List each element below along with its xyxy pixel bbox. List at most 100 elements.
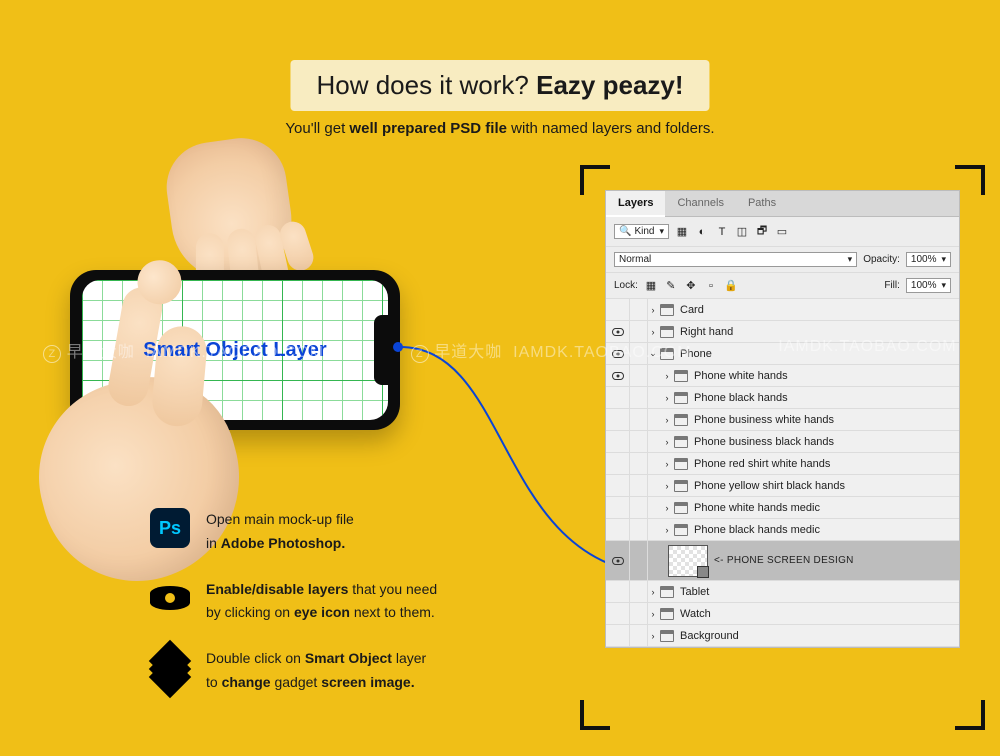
- visibility-toggle[interactable]: [606, 409, 630, 430]
- layer-name: Phone black hands medic: [692, 524, 820, 536]
- filter-artboard-icon[interactable]: ▭: [775, 225, 789, 238]
- expand-arrow[interactable]: ›: [662, 525, 672, 535]
- lock-col: [630, 497, 648, 518]
- layer-row[interactable]: › Right hand: [606, 321, 959, 343]
- lock-col: [630, 453, 648, 474]
- visibility-toggle[interactable]: [606, 343, 630, 364]
- filter-shape-icon[interactable]: ◫: [735, 225, 749, 238]
- expand-arrow[interactable]: ›: [648, 327, 658, 337]
- visibility-toggle[interactable]: [606, 519, 630, 540]
- layer-name: Watch: [678, 608, 711, 620]
- layer-row[interactable]: ›Card: [606, 299, 959, 321]
- expand-arrow[interactable]: ⌄: [648, 348, 658, 359]
- folder-icon: [674, 524, 688, 536]
- lock-col: [630, 431, 648, 452]
- lock-label: Lock:: [614, 280, 638, 291]
- layer-row[interactable]: › Phone black hands medic: [606, 519, 959, 541]
- layer-row[interactable]: ›Phone white hands: [606, 365, 959, 387]
- visibility-toggle[interactable]: [606, 475, 630, 496]
- instruction-text: Open main mock-up file in Adobe Photosho…: [206, 508, 354, 556]
- layers-list: ›Card›Right hand⌄Phone›Phone white hands…: [606, 299, 959, 647]
- filter-adjustment-icon[interactable]: ◐: [695, 226, 709, 238]
- visibility-toggle[interactable]: [606, 299, 630, 320]
- layer-row[interactable]: ⌄Phone: [606, 343, 959, 365]
- visibility-toggle[interactable]: [606, 453, 630, 474]
- lock-col: [630, 321, 648, 342]
- lock-col: [630, 409, 648, 430]
- phone-mockup: Smart Object Layer: [0, 180, 500, 500]
- folder-icon: [674, 392, 688, 404]
- eye-icon: [150, 578, 190, 618]
- visibility-toggle[interactable]: [606, 387, 630, 408]
- expand-arrow[interactable]: ›: [662, 481, 672, 491]
- layer-row[interactable]: › Phone white hands medic: [606, 497, 959, 519]
- fill-input[interactable]: 100%: [906, 278, 951, 293]
- filter-image-icon[interactable]: ▦: [675, 225, 689, 238]
- smart-object-layer[interactable]: <- PHONE SCREEN DESIGN: [606, 541, 959, 581]
- layer-row[interactable]: ›Phone red shirt white hands: [606, 453, 959, 475]
- lock-all-icon[interactable]: 🔒: [724, 279, 738, 292]
- lock-col: [630, 475, 648, 496]
- visibility-toggle[interactable]: [606, 497, 630, 518]
- instructions: Ps Open main mock-up file in Adobe Photo…: [150, 508, 580, 717]
- fill-label: Fill:: [884, 280, 900, 291]
- eye-icon: [612, 372, 624, 380]
- tab-paths[interactable]: Paths: [736, 191, 788, 216]
- expand-arrow[interactable]: ›: [662, 393, 672, 403]
- layer-name: Right hand: [678, 326, 733, 338]
- visibility-toggle[interactable]: [606, 603, 630, 624]
- lock-col: [630, 603, 648, 624]
- layers-stack-icon: [150, 647, 190, 687]
- smart-object-thumbnail[interactable]: [668, 545, 708, 577]
- layer-row[interactable]: ›Background: [606, 625, 959, 647]
- lock-pixels-icon[interactable]: ▦: [644, 279, 658, 292]
- blend-mode-select[interactable]: Normal: [614, 252, 857, 267]
- lock-artboard-icon[interactable]: ▫: [704, 280, 718, 292]
- expand-arrow[interactable]: ›: [662, 371, 672, 381]
- layer-row[interactable]: ›Phone yellow shirt black hands: [606, 475, 959, 497]
- tab-channels[interactable]: Channels: [665, 191, 735, 216]
- layer-row[interactable]: › Phone black hands: [606, 387, 959, 409]
- expand-arrow[interactable]: ›: [662, 459, 672, 469]
- visibility-toggle[interactable]: [606, 321, 630, 342]
- layer-name: Phone white hands medic: [692, 502, 820, 514]
- layer-row[interactable]: › Watch: [606, 603, 959, 625]
- lock-col: [630, 387, 648, 408]
- layer-row[interactable]: ›Phone business white hands: [606, 409, 959, 431]
- phone-notch: [374, 315, 388, 385]
- lock-col: [630, 365, 648, 386]
- expand-arrow[interactable]: ›: [662, 437, 672, 447]
- lock-brush-icon[interactable]: ✎: [664, 279, 678, 292]
- lock-col: [630, 625, 648, 646]
- layer-name: Tablet: [678, 586, 709, 598]
- visibility-toggle[interactable]: [606, 625, 630, 646]
- visibility-toggle[interactable]: [606, 581, 630, 602]
- opacity-input[interactable]: 100%: [906, 252, 951, 267]
- expand-arrow[interactable]: ›: [648, 305, 658, 315]
- visibility-toggle[interactable]: [606, 431, 630, 452]
- instruction-row: Enable/disable layers that you need by c…: [150, 578, 580, 626]
- smart-object-label: Smart Object Layer: [143, 339, 326, 362]
- expand-arrow[interactable]: ›: [662, 415, 672, 425]
- folder-icon: [660, 304, 674, 316]
- layer-row[interactable]: › Tablet: [606, 581, 959, 603]
- lock-position-icon[interactable]: ✥: [684, 279, 698, 292]
- filter-type-icon[interactable]: T: [715, 226, 729, 238]
- lock-col: [630, 519, 648, 540]
- visibility-toggle[interactable]: [606, 541, 630, 580]
- lock-col: [630, 581, 648, 602]
- expand-arrow[interactable]: ›: [648, 587, 658, 597]
- layer-name: Phone black hands: [692, 392, 788, 404]
- folder-icon: [674, 458, 688, 470]
- tab-layers[interactable]: Layers: [606, 191, 665, 217]
- expand-arrow[interactable]: ›: [648, 631, 658, 641]
- layer-row[interactable]: ›Phone business black hands: [606, 431, 959, 453]
- filter-kind-select[interactable]: 🔍 Kind: [614, 224, 669, 239]
- subheading: You'll get well prepared PSD file with n…: [285, 120, 714, 137]
- expand-arrow[interactable]: ›: [662, 503, 672, 513]
- filter-smartobject-icon[interactable]: 🗗: [755, 222, 769, 241]
- visibility-toggle[interactable]: [606, 365, 630, 386]
- expand-arrow[interactable]: ›: [648, 609, 658, 619]
- heading: How does it work? Eazy peazy!: [290, 60, 709, 111]
- heading-bold: Eazy peazy!: [536, 70, 683, 100]
